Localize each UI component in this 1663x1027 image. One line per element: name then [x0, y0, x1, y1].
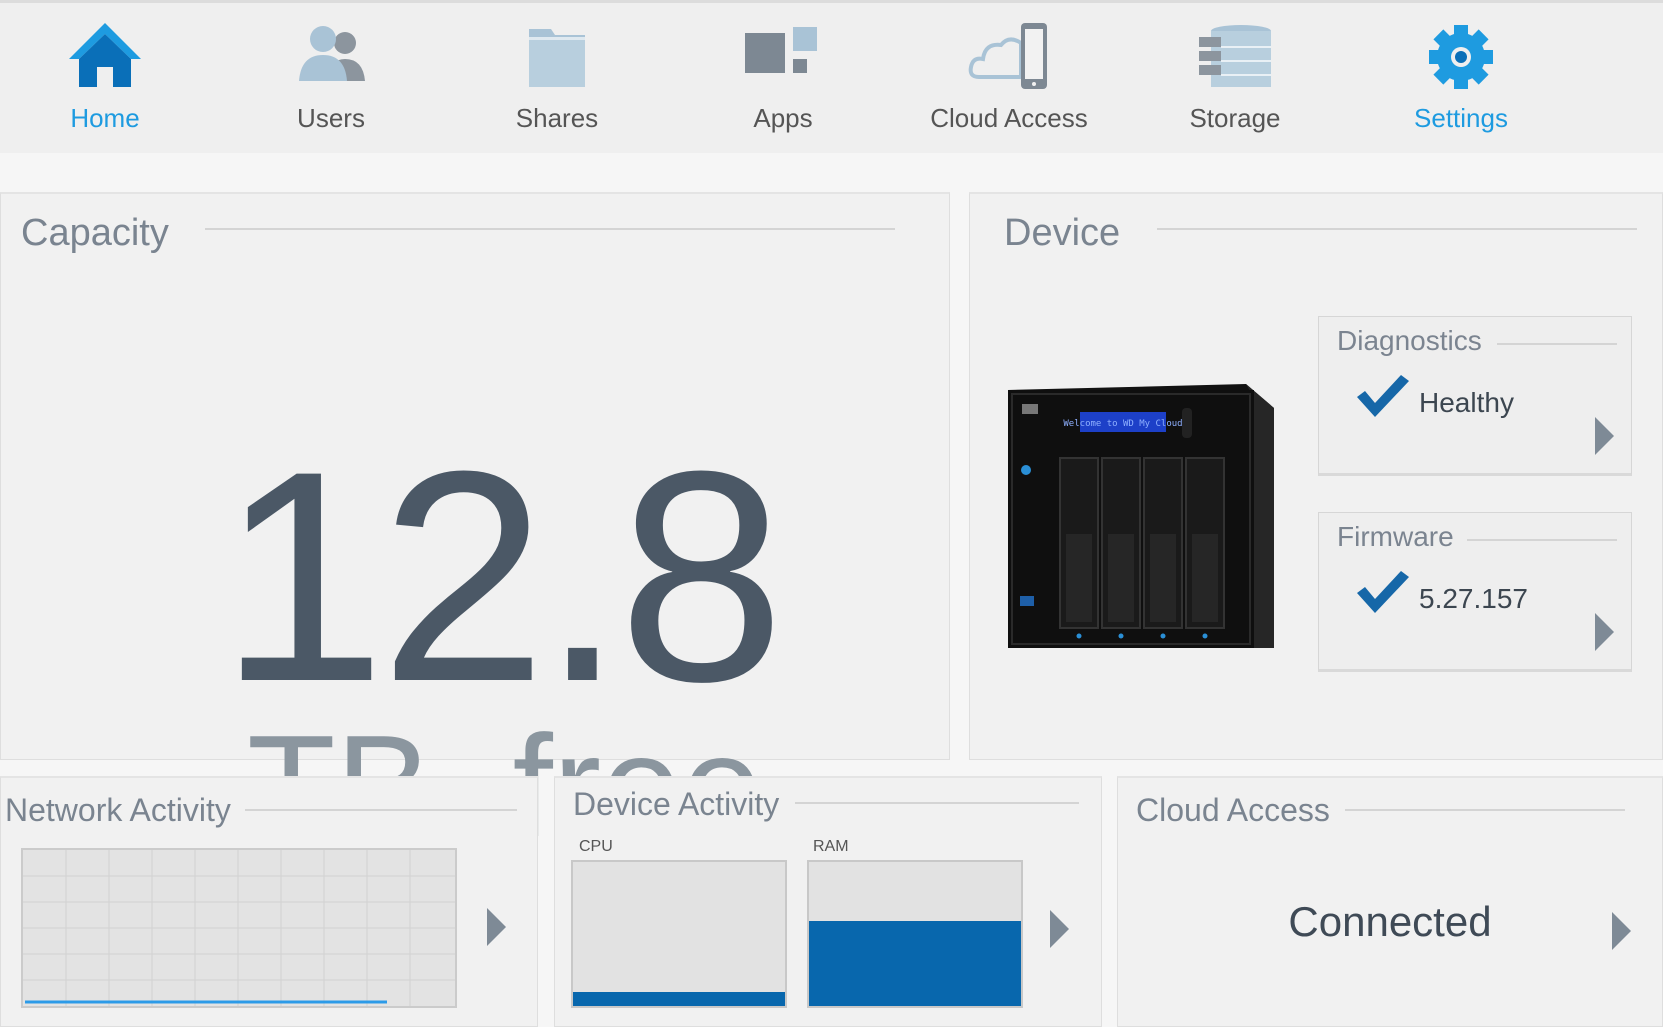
- apps-icon: [745, 27, 817, 73]
- nav-item-cloud-access[interactable]: Cloud Access: [909, 3, 1109, 153]
- nav-label: Cloud Access: [930, 103, 1088, 133]
- title-rule: [1467, 539, 1617, 541]
- nav-item-users[interactable]: Users: [231, 3, 431, 153]
- capacity-value: 12.8: [219, 408, 785, 744]
- ram-meter: [807, 860, 1023, 1008]
- arrow-right-icon[interactable]: [1050, 910, 1069, 948]
- nav-label: Users: [297, 103, 365, 133]
- ram-label: RAM: [813, 838, 849, 855]
- cpu-label: CPU: [579, 838, 613, 855]
- nav-label: Home: [70, 103, 140, 133]
- title-rule: [245, 809, 517, 811]
- arrow-right-icon[interactable]: [1595, 613, 1614, 651]
- nav-label: Apps: [753, 103, 813, 133]
- title-rule: [1345, 809, 1625, 811]
- folder-icon: [529, 29, 585, 87]
- panel-title: Cloud Access: [1136, 792, 1330, 828]
- nav-label: Storage: [1189, 103, 1281, 133]
- arrow-right-icon[interactable]: [1595, 417, 1614, 455]
- top-navigation: Home Users Shares Apps Cloud Access Stor…: [0, 0, 1663, 153]
- nav-label: Shares: [515, 103, 599, 133]
- nav-item-apps[interactable]: Apps: [683, 3, 883, 153]
- users-icon: [299, 26, 365, 81]
- cloud-access-panel: Cloud Access Connected: [1117, 776, 1663, 1027]
- firmware-value: 5.27.157: [1419, 583, 1528, 614]
- device-panel: Device Welcome to WD My Cloud Diagnostic…: [969, 192, 1663, 760]
- firmware-title: Firmware: [1337, 521, 1454, 552]
- network-graph-grid: [23, 850, 455, 1006]
- title-rule: [1157, 228, 1637, 230]
- network-activity-panel: Network Activity: [0, 776, 538, 1027]
- arrow-right-icon[interactable]: [1612, 912, 1631, 950]
- gear-icon: [1429, 25, 1493, 89]
- panel-title: Device Activity: [573, 786, 780, 822]
- nav-item-home[interactable]: Home: [5, 3, 205, 153]
- diagnostics-value: Healthy: [1419, 387, 1514, 418]
- diagnostics-card[interactable]: Diagnostics Healthy: [1318, 316, 1632, 476]
- nav-label: Settings: [1414, 103, 1508, 133]
- cpu-meter-fill: [573, 991, 785, 1006]
- panel-title: Device: [1004, 212, 1121, 254]
- title-rule: [205, 228, 895, 230]
- checkmark-icon: [1357, 571, 1409, 613]
- home-icon: [69, 23, 141, 87]
- cpu-meter: [571, 860, 787, 1008]
- cloud-status: Connected: [1288, 898, 1492, 945]
- nas-device-image: Welcome to WD My Cloud: [1008, 384, 1274, 648]
- checkmark-icon: [1357, 375, 1409, 417]
- nav-item-shares[interactable]: Shares: [457, 3, 657, 153]
- panel-title: Network Activity: [5, 792, 231, 828]
- title-rule: [1497, 343, 1617, 345]
- title-rule: [795, 802, 1079, 804]
- storage-icon: [1199, 25, 1271, 87]
- cloud-device-icon: [968, 23, 1047, 89]
- nav-item-settings[interactable]: Settings: [1361, 3, 1561, 153]
- network-graph: [21, 848, 457, 1008]
- panel-title: Capacity: [21, 212, 169, 254]
- capacity-panel: Capacity 12.8 TB free: [0, 192, 950, 859]
- ram-meter-fill: [809, 921, 1021, 1006]
- firmware-card[interactable]: Firmware 5.27.157: [1318, 512, 1632, 672]
- device-screen-text: Welcome to WD My Cloud: [1063, 419, 1182, 429]
- arrow-right-icon[interactable]: [487, 908, 506, 946]
- device-activity-panel: Device Activity CPU RAM: [554, 776, 1102, 1027]
- nav-item-storage[interactable]: Storage: [1135, 3, 1335, 153]
- diagnostics-title: Diagnostics: [1337, 325, 1482, 356]
